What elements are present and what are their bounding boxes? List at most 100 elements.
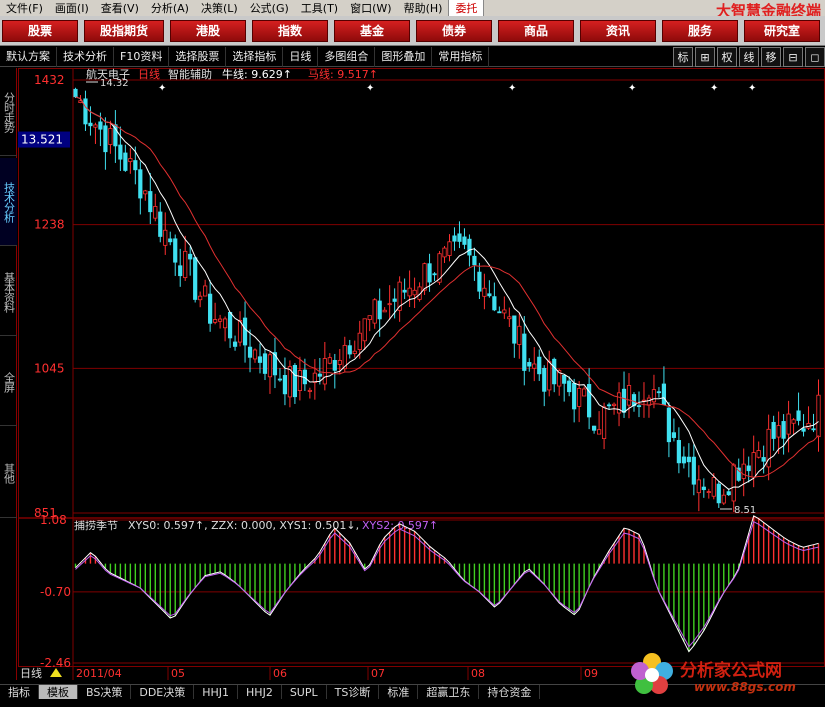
candle-body bbox=[497, 311, 502, 314]
indicator-tab[interactable]: 标准 bbox=[379, 684, 419, 700]
candle-body bbox=[457, 233, 462, 242]
date-label: 2011/04 bbox=[76, 667, 122, 680]
menu-item[interactable]: 窗口(W) bbox=[344, 0, 397, 16]
candle-body bbox=[726, 491, 731, 496]
left-tab[interactable]: 分时走势 bbox=[0, 68, 17, 156]
candle-body bbox=[786, 413, 791, 435]
watermark-url-text: www.88gs.com bbox=[694, 680, 796, 694]
market-button[interactable]: 股指期货 bbox=[84, 20, 164, 42]
toolbar-item[interactable]: 图形叠加 bbox=[375, 46, 433, 67]
candle-body bbox=[656, 391, 662, 394]
candle-body bbox=[193, 257, 198, 300]
indicator-tab[interactable]: DDE决策 bbox=[131, 684, 195, 700]
candle-body bbox=[377, 300, 382, 320]
candle-body bbox=[721, 494, 726, 504]
left-tab[interactable]: 技术分析 bbox=[0, 158, 17, 246]
market-button[interactable]: 服务 bbox=[662, 20, 738, 42]
price-axis-label: 1238 bbox=[34, 218, 65, 232]
candle-body bbox=[606, 404, 612, 407]
candle-body bbox=[352, 350, 357, 354]
sub-axis-label: -2.46 bbox=[40, 656, 71, 670]
candle-body bbox=[621, 388, 627, 413]
menu-item-entrust[interactable]: 委托 bbox=[448, 0, 485, 17]
toolbar-item[interactable]: 日线 bbox=[283, 46, 319, 67]
menu-item[interactable]: 画面(I) bbox=[49, 0, 95, 16]
candle-body bbox=[741, 463, 746, 479]
candle-body bbox=[422, 263, 427, 291]
candle-body bbox=[442, 247, 447, 258]
candle-body bbox=[312, 372, 317, 383]
candle-body bbox=[277, 378, 283, 381]
toolbar-item[interactable]: F10资料 bbox=[114, 46, 170, 67]
indicator-tab[interactable]: TS诊断 bbox=[327, 684, 380, 700]
menu-item[interactable]: 公式(G) bbox=[244, 0, 295, 16]
menu-item[interactable]: 查看(V) bbox=[95, 0, 145, 16]
toolbar-item[interactable]: 默认方案 bbox=[0, 46, 57, 67]
chart-area[interactable]: 1432 1238 1045 851 13.521 航天电子 日线 智能辅助 牛线: 9.629… bbox=[18, 68, 825, 680]
candle-body bbox=[227, 311, 233, 339]
menu-item[interactable]: 工具(T) bbox=[295, 0, 344, 16]
indicator-tab[interactable]: SUPL bbox=[282, 684, 327, 700]
candle-body bbox=[317, 373, 322, 377]
candle-body bbox=[582, 388, 587, 397]
market-button[interactable]: 指数 bbox=[252, 20, 328, 42]
candle-body bbox=[163, 229, 168, 246]
indicator-tab[interactable]: 指标 bbox=[0, 684, 39, 700]
market-button[interactable]: 债券 bbox=[416, 20, 492, 42]
toolbar-icon-button[interactable]: ⊞ bbox=[695, 46, 715, 67]
candle-body bbox=[412, 289, 417, 296]
candle-body bbox=[552, 358, 557, 385]
market-button[interactable]: 商品 bbox=[498, 20, 574, 42]
kline-chart-svg[interactable]: 14321238104585113.521航天电子 日线 智能辅助 牛线: 9.629… bbox=[18, 68, 825, 680]
candle-body bbox=[332, 360, 337, 371]
toolbar-item[interactable]: 选择股票 bbox=[169, 46, 227, 67]
candle-body bbox=[507, 316, 512, 320]
indicator-tab[interactable]: 超赢卫东 bbox=[418, 684, 480, 700]
indicator-tab[interactable]: HHJ1 bbox=[194, 684, 239, 700]
candle-body bbox=[626, 385, 632, 406]
market-button[interactable]: 股票 bbox=[2, 20, 78, 42]
candle-body bbox=[542, 367, 547, 392]
market-button[interactable]: 基金 bbox=[334, 20, 410, 42]
indicator-tab[interactable]: HHJ2 bbox=[238, 684, 282, 700]
toolbar-item[interactable]: 选择指标 bbox=[226, 46, 284, 67]
menu-item[interactable]: 帮助(H) bbox=[398, 0, 449, 16]
sub-axis-label: -0.70 bbox=[40, 585, 71, 599]
toolbar-icon-button[interactable]: ◻ bbox=[805, 46, 825, 67]
price-axis-label: 1432 bbox=[34, 73, 65, 87]
market-button[interactable]: 港股 bbox=[170, 20, 246, 42]
left-tab[interactable]: 其他 bbox=[0, 428, 17, 518]
toolbar-icon-button[interactable]: 权 bbox=[717, 46, 737, 67]
toolbar-item[interactable]: 常用指标 bbox=[432, 46, 490, 67]
candle-body bbox=[611, 403, 617, 406]
toolbar-icon-button[interactable]: 移 bbox=[761, 46, 781, 67]
left-vertical-tabs: 分时走势技术分析基本资料全屏 其他 bbox=[0, 68, 17, 680]
candle-body bbox=[547, 361, 552, 391]
market-button[interactable]: 资讯 bbox=[580, 20, 656, 42]
candle-body bbox=[706, 491, 711, 493]
indicator-tab[interactable]: BS决策 bbox=[78, 684, 132, 700]
candle-body bbox=[138, 169, 143, 199]
candle-body bbox=[153, 206, 158, 219]
indicator-tab[interactable]: 持仓资金 bbox=[479, 684, 541, 700]
indicator-tab[interactable]: 模板 bbox=[39, 684, 78, 700]
menu-item[interactable]: 文件(F) bbox=[0, 0, 49, 16]
left-tab[interactable]: 全屏 bbox=[0, 338, 17, 426]
candle-body bbox=[527, 362, 532, 367]
toolbar-icon-button[interactable]: ⊟ bbox=[783, 46, 803, 67]
toolbar-item[interactable]: 多图组合 bbox=[318, 46, 376, 67]
market-button[interactable]: 研究室 bbox=[744, 20, 820, 42]
toolbar-item[interactable]: 技术分析 bbox=[57, 46, 114, 67]
candle-body bbox=[596, 429, 602, 435]
candle-body bbox=[651, 389, 657, 403]
toolbar-icon-button[interactable]: 标 bbox=[673, 46, 693, 67]
menu-item[interactable]: 分析(A) bbox=[145, 0, 195, 16]
current-price-label: 13.521 bbox=[21, 133, 63, 147]
high-annotation: 14.32 bbox=[100, 78, 129, 89]
candle-body bbox=[133, 160, 138, 171]
toolbar-icon-button[interactable]: 线 bbox=[739, 46, 759, 67]
menu-item[interactable]: 决策(L) bbox=[195, 0, 244, 16]
candle-body bbox=[751, 452, 756, 478]
left-tab[interactable]: 基本资料 bbox=[0, 248, 17, 336]
candle-body bbox=[592, 425, 597, 431]
